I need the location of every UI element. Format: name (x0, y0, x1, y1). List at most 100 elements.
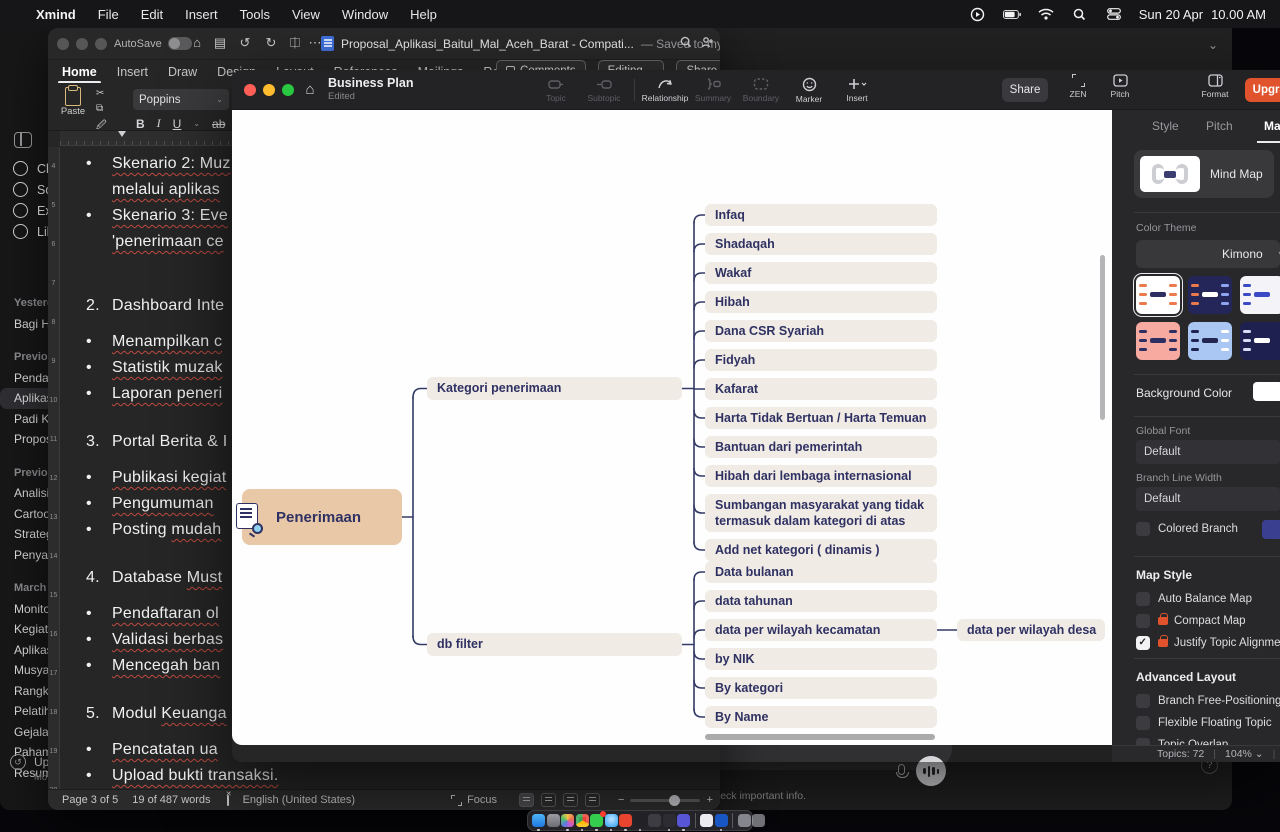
marker-button[interactable]: Marker (785, 73, 833, 104)
language-indicator[interactable]: English (United States) (243, 794, 356, 806)
underline-button[interactable]: U (173, 117, 182, 131)
paste-button[interactable]: Paste (58, 87, 88, 117)
dock-camera-app-icon[interactable] (663, 814, 676, 827)
ribbon-tab[interactable]: Insert (117, 65, 148, 79)
advanced-layout-option[interactable]: Branch Free-Positioning (1136, 690, 1280, 712)
map-style-option[interactable]: Auto Balance Map (1136, 588, 1280, 610)
subtopic[interactable]: Kafarat (705, 378, 937, 400)
web-layout-view-icon[interactable] (541, 793, 556, 807)
sidebar-toggle-icon[interactable] (14, 132, 32, 148)
checkbox[interactable] (1136, 614, 1150, 628)
battery-icon[interactable] (1003, 6, 1021, 22)
subtopic[interactable]: Wakaf (705, 262, 937, 284)
global-font-select[interactable]: Default (1136, 440, 1280, 464)
mindmap-canvas[interactable]: Penerimaan Kategori penerimaan db filter… (232, 110, 1112, 745)
dock-whatsapp-icon[interactable] (590, 814, 603, 827)
tab-pitch[interactable]: Pitch (1206, 119, 1233, 133)
home-icon[interactable]: ⌂ (188, 35, 206, 50)
theme-thumbnail-1[interactable] (1136, 276, 1180, 314)
central-topic[interactable]: Penerimaan (242, 489, 402, 545)
relationship-button[interactable]: Relationship (641, 73, 689, 103)
zoom-button[interactable] (95, 38, 107, 50)
italic-button[interactable]: I (157, 116, 161, 131)
ribbon-tab[interactable]: Draw (168, 65, 197, 79)
print-icon[interactable]: ⎅ (286, 35, 304, 51)
zoom-percentage[interactable]: 183% (719, 794, 720, 806)
proofing-icon[interactable] (227, 795, 229, 806)
dock-purple-app-icon[interactable] (677, 814, 690, 827)
menubar-item[interactable]: Edit (141, 7, 163, 22)
subtopic-button[interactable]: Subtopic (580, 73, 628, 103)
zoom-slider[interactable] (630, 799, 700, 802)
dock-telegram-icon[interactable] (605, 814, 618, 827)
background-color-swatch[interactable] (1253, 382, 1280, 401)
branch-topic-kategori[interactable]: Kategori penerimaan (427, 377, 682, 400)
control-center-icon[interactable] (1105, 6, 1123, 22)
checkbox[interactable] (1136, 592, 1150, 606)
dock-xmind-icon[interactable] (634, 814, 647, 827)
menubar-app-name[interactable]: Xmind (36, 7, 76, 22)
subtopic[interactable]: Sumbangan masyarakat yang tidak termasuk… (705, 494, 937, 532)
advanced-layout-option[interactable]: Flexible Floating Topic (1136, 712, 1280, 734)
vertical-scrollbar[interactable] (1100, 255, 1105, 420)
subtopic[interactable]: By Name (705, 706, 937, 728)
tab-map[interactable]: Map (1264, 119, 1280, 133)
dock-folder-app-icon[interactable] (648, 814, 661, 827)
minimize-button[interactable] (76, 38, 88, 50)
zoom-out-button[interactable]: − (618, 794, 624, 806)
horizontal-scrollbar[interactable] (705, 734, 935, 740)
subtopic[interactable]: data tahunan (705, 590, 937, 612)
screen-record-icon[interactable] (969, 6, 987, 22)
format-panel-button[interactable]: Format (1195, 74, 1235, 99)
subtopic[interactable]: Add net kategori ( dinamis ) (705, 539, 937, 561)
share-button[interactable]: Share (1002, 78, 1048, 102)
dock-preview-icon[interactable] (700, 814, 713, 827)
zoom-button[interactable] (282, 84, 294, 96)
subtopic[interactable]: Shadaqah (705, 233, 937, 255)
subtopic[interactable]: Bantuan dari pemerintah (705, 436, 937, 458)
ribbon-tab[interactable]: Home (62, 65, 97, 79)
spotlight-icon[interactable] (1071, 6, 1089, 22)
search-icon[interactable] (680, 36, 698, 48)
theme-thumbnail-4[interactable] (1136, 322, 1180, 360)
boundary-button[interactable]: Boundary (737, 73, 785, 103)
theme-thumbnail-2[interactable] (1188, 276, 1232, 314)
undo-icon[interactable]: ↺ (236, 35, 254, 51)
font-select[interactable]: Poppins⌄ (133, 89, 229, 110)
menubar-item[interactable]: Window (342, 7, 388, 22)
subtopic[interactable]: by NIK (705, 648, 937, 670)
dock-settings-icon[interactable] (547, 814, 560, 827)
page-indicator[interactable]: Page 3 of 5 (62, 794, 118, 806)
subtopic[interactable]: Dana CSR Syariah (705, 320, 937, 342)
focus-mode-button[interactable]: Focus (451, 794, 497, 806)
dock-trash-icon[interactable] (752, 814, 765, 827)
close-button[interactable] (244, 84, 256, 96)
tab-style[interactable]: Style (1152, 119, 1179, 133)
upgrade-button[interactable]: Upgrade (1245, 78, 1280, 102)
subtopic[interactable]: Harta Tidak Bertuan / Harta Temuan (705, 407, 937, 429)
theme-select[interactable]: Kimono ▼ (1136, 240, 1280, 268)
colored-branch-row[interactable]: Colored Branch (1136, 522, 1238, 536)
draft-view-icon[interactable] (585, 793, 600, 807)
theme-thumbnail-3[interactable] (1240, 276, 1280, 314)
sidebar-upgrade-item[interactable]: ↺ Up (10, 754, 49, 770)
subtopic[interactable]: Fidyah (705, 349, 937, 371)
subtopic[interactable]: Hibah (705, 291, 937, 313)
map-style-option[interactable]: Compact Map (1136, 610, 1280, 632)
background-window-chevron-icon[interactable]: ⌄ (1208, 38, 1218, 52)
bold-button[interactable]: B (136, 117, 145, 131)
pitch-button[interactable]: Pitch (1100, 74, 1140, 99)
zoom-slider-knob[interactable] (669, 795, 680, 806)
vertical-ruler[interactable]: 4567891011121314151617181920 (48, 147, 60, 789)
dock-word-icon[interactable] (715, 814, 728, 827)
dock-chrome-icon[interactable] (576, 814, 589, 827)
dock-red-app-icon[interactable] (619, 814, 632, 827)
menubar-item[interactable]: Tools (240, 7, 270, 22)
checkbox[interactable] (1136, 694, 1150, 708)
indent-marker-icon[interactable] (118, 131, 126, 137)
menubar-item[interactable]: Insert (185, 7, 218, 22)
checkbox[interactable] (1136, 636, 1150, 650)
branch-color-swatch[interactable] (1262, 520, 1280, 539)
share-user-icon[interactable] (701, 36, 719, 49)
print-layout-view-icon[interactable] (519, 793, 534, 807)
